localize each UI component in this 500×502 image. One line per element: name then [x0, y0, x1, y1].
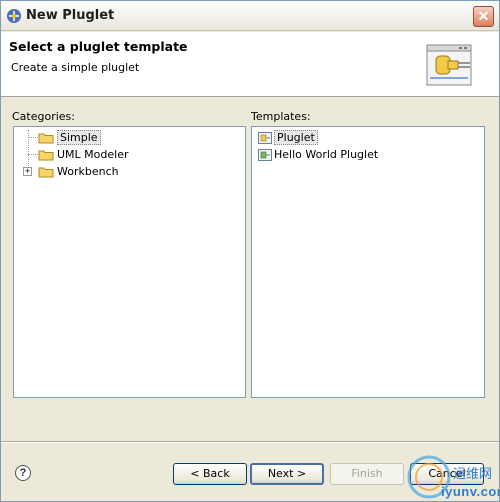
close-button[interactable]: ✕ — [473, 6, 494, 27]
tree-item-label: Workbench — [57, 165, 119, 178]
tree-item-simple[interactable]: Simple — [38, 129, 101, 146]
close-icon: ✕ — [477, 8, 490, 24]
categories-tree[interactable]: Simple UML Modeler + Workbench — [13, 126, 246, 398]
button-bar-divider — [1, 441, 499, 443]
wizard-banner-icon — [426, 44, 472, 86]
title-bar[interactable]: New Pluglet ✕ — [1, 1, 499, 31]
list-item-hello-world-pluglet[interactable]: Hello World Pluglet — [258, 146, 378, 163]
watermark-brand-text: iyunv.com — [441, 484, 500, 499]
page-title: Select a pluglet template — [9, 39, 188, 54]
list-item-label: Hello World Pluglet — [274, 148, 379, 161]
list-item-label: Pluglet — [274, 130, 318, 145]
tree-item-label: UML Modeler — [57, 148, 129, 161]
back-button[interactable]: < Back — [173, 463, 247, 485]
templates-label: Templates: — [251, 110, 311, 123]
new-pluglet-dialog: New Pluglet ✕ Select a pluglet template … — [0, 0, 500, 502]
template-icon — [258, 148, 272, 161]
window-title: New Pluglet — [26, 8, 115, 23]
tree-item-label: Simple — [57, 130, 101, 145]
help-icon[interactable]: ? — [15, 465, 31, 481]
finish-button[interactable]: Finish — [330, 463, 404, 485]
tree-connector — [28, 137, 38, 138]
categories-label: Categories: — [12, 110, 75, 123]
eclipse-icon — [7, 9, 21, 23]
tree-item-uml-modeler[interactable]: UML Modeler — [38, 146, 128, 163]
folder-icon — [38, 133, 54, 143]
template-icon — [258, 131, 272, 144]
templates-list[interactable]: Pluglet Hello World Pluglet — [251, 126, 485, 398]
page-description: Create a simple pluglet — [11, 61, 140, 74]
expand-toggle[interactable]: + — [23, 167, 32, 176]
folder-icon — [38, 167, 54, 177]
watermark-chinese-text: 运维网 — [453, 467, 493, 482]
list-item-pluglet[interactable]: Pluglet — [258, 129, 318, 146]
wizard-header: Select a pluglet template Create a simpl… — [1, 32, 499, 97]
tree-item-workbench[interactable]: Workbench — [38, 163, 119, 180]
next-button[interactable]: Next > — [250, 463, 324, 485]
folder-icon — [38, 150, 54, 160]
tree-connector — [28, 154, 38, 155]
